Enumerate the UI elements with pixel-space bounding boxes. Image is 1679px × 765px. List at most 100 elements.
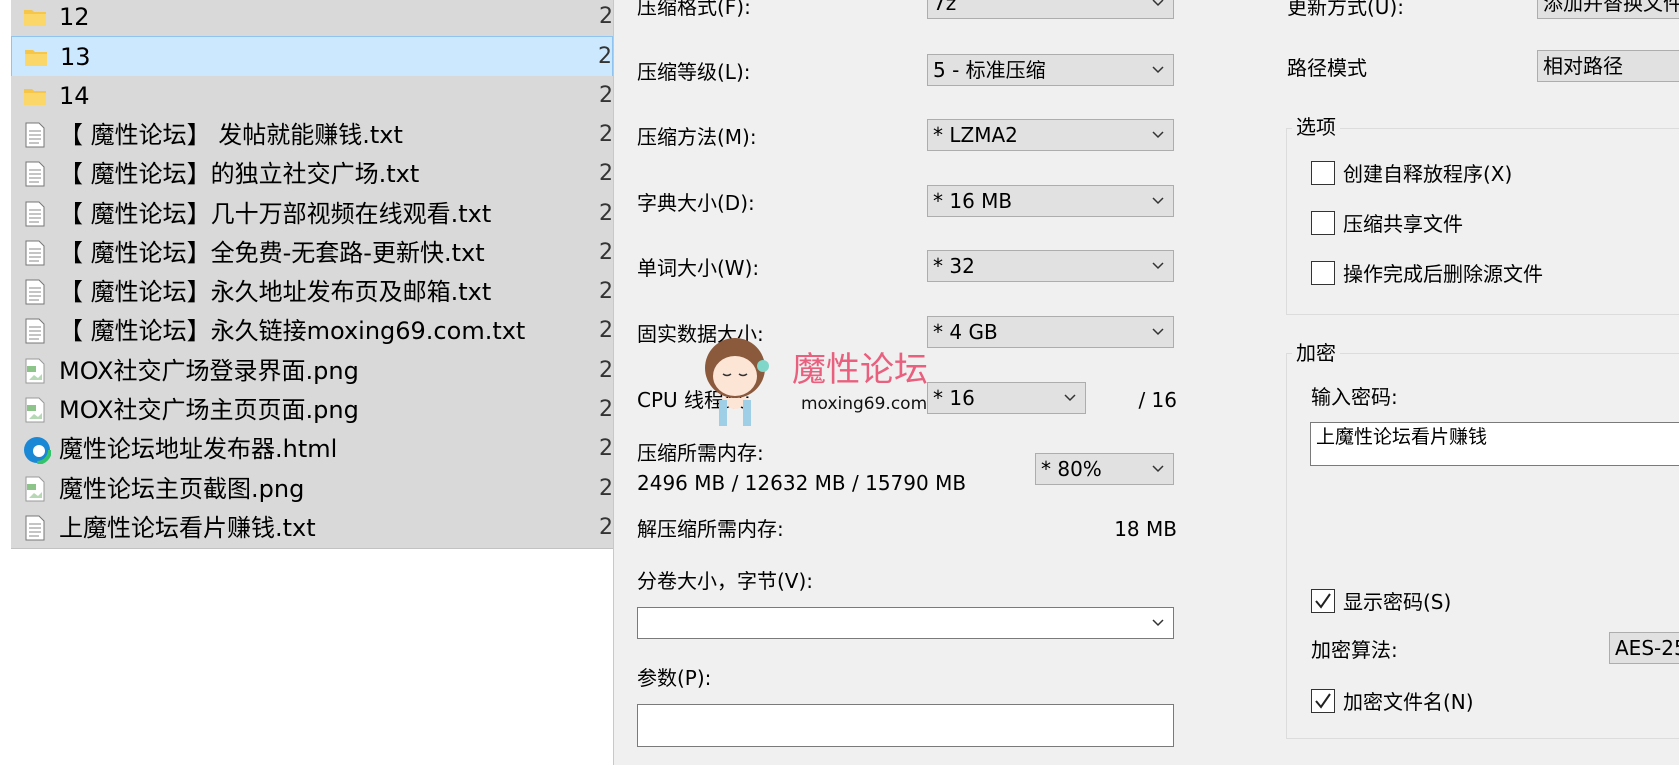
options-group-title: 选项 [1292, 114, 1340, 140]
file-name: 【 魔性论坛】几十万部视频在线观看.txt [59, 199, 492, 228]
file-name: 【 魔性论坛】全免费-无套路-更新快.txt [59, 238, 485, 267]
file-name: 14 [59, 81, 90, 110]
file-date-column: 2 [599, 161, 613, 187]
mem-percent-value: * 80% [1041, 457, 1102, 481]
watermark-title: 魔性论坛 [792, 350, 928, 390]
folder-icon [23, 83, 47, 109]
sfx-checkbox[interactable] [1311, 161, 1335, 185]
edge-browser-icon [22, 435, 52, 466]
file-name: 13 [60, 43, 91, 72]
file-row[interactable]: 【 魔性论坛】几十万部视频在线观看.txt 2 [11, 193, 613, 235]
folder-icon [24, 44, 48, 70]
path-mode-select[interactable]: 相对路径 [1537, 50, 1679, 82]
file-row[interactable]: 魔性论坛地址发布器.html 2 [11, 429, 613, 471]
word-select[interactable]: * 32 [927, 250, 1174, 282]
show-password-checkbox[interactable] [1311, 589, 1335, 613]
chevron-down-icon [1152, 131, 1164, 139]
encrypt-names-checkbox[interactable] [1311, 689, 1335, 713]
checkmark-icon [1315, 693, 1331, 709]
format-select[interactable]: 7z [927, 0, 1174, 19]
file-name: 12 [59, 3, 90, 31]
file-name: 【 魔性论坛】永久地址发布页及邮箱.txt [59, 278, 492, 307]
dict-select-value: * 16 MB [933, 189, 1013, 213]
mem-percent-select[interactable]: * 80% [1035, 453, 1174, 485]
file-date-column: 2 [599, 318, 613, 344]
file-row[interactable]: 13 2 [11, 36, 613, 78]
file-row[interactable]: MOX社交广场登录界面.png 2 [11, 350, 613, 392]
file-row[interactable]: 上魔性论坛看片赚钱.txt 2 [11, 507, 613, 549]
dict-select[interactable]: * 16 MB [927, 185, 1174, 217]
password-input[interactable]: 上魔性论坛看片赚钱 [1310, 422, 1679, 466]
chevron-down-icon [1152, 0, 1164, 7]
show-password-label: 显示密码(S) [1343, 590, 1452, 614]
image-file-icon [23, 476, 47, 502]
file-date-column: 2 [599, 397, 613, 422]
file-date-column: 2 [598, 44, 612, 70]
dict-label: 字典大小(D): [637, 191, 755, 215]
chevron-down-icon [1152, 66, 1164, 74]
file-row[interactable]: 【 魔性论坛】 发帖就能赚钱.txt 2 [11, 114, 613, 156]
file-name: 【 魔性论坛】永久链接moxing69.com.txt [59, 317, 526, 346]
file-date-column: 2 [599, 200, 613, 226]
file-row[interactable]: MOX社交广场主页页面.png 2 [11, 390, 613, 431]
mem-value: 2496 MB / 12632 MB / 15790 MB [637, 471, 967, 495]
method-select[interactable]: * LZMA2 [927, 119, 1174, 151]
volume-size-input[interactable] [637, 607, 1174, 639]
file-date-column: 2 [599, 436, 613, 462]
text-file-icon [23, 279, 47, 305]
level-select[interactable]: 5 - 标准压缩 [927, 54, 1174, 86]
file-row[interactable]: 【 魔性论坛】永久链接moxing69.com.txt 2 [11, 311, 613, 353]
text-file-icon [23, 201, 47, 227]
file-date-column: 2 [599, 82, 613, 108]
update-label: 更新方式(U): [1287, 0, 1404, 19]
chevron-down-icon [1152, 465, 1164, 473]
watermark: 魔性论坛 moxing69.com [693, 328, 983, 428]
params-label: 参数(P): [637, 666, 712, 690]
file-row[interactable]: 【 魔性论坛】的独立社交广场.txt 2 [11, 154, 613, 196]
mem-label: 压缩所需内存: [637, 441, 764, 465]
file-row[interactable]: 14 2 [11, 75, 613, 117]
method-select-value: * LZMA2 [933, 123, 1018, 147]
decomp-value: 18 MB [1114, 517, 1177, 541]
file-row[interactable]: 【 魔性论坛】永久地址发布页及邮箱.txt 2 [11, 272, 613, 314]
format-select-value: 7z [933, 0, 957, 15]
volume-label: 分卷大小，字节(V): [637, 569, 814, 593]
chevron-down-icon [1064, 394, 1076, 402]
file-date-column: 2 [599, 514, 613, 540]
path-mode-label: 路径模式 [1287, 56, 1367, 80]
file-row[interactable]: 【 魔性论坛】全免费-无套路-更新快.txt 2 [11, 232, 613, 274]
text-file-icon [23, 515, 47, 541]
update-mode-select[interactable]: 添加并替换文件 [1537, 0, 1679, 19]
encrypt-names-label: 加密文件名(N) [1343, 690, 1474, 714]
password-label: 输入密码: [1311, 385, 1398, 409]
text-file-icon [23, 318, 47, 344]
delete-after-checkbox[interactable] [1311, 261, 1335, 285]
file-name: 【 魔性论坛】的独立社交广场.txt [59, 160, 420, 189]
decomp-label: 解压缩所需内存: [637, 517, 784, 541]
file-row[interactable]: 12 2 [11, 0, 613, 38]
enc-method-select[interactable]: AES-256 [1609, 632, 1679, 664]
checkmark-icon [1315, 593, 1331, 609]
image-file-icon [23, 397, 47, 423]
cpu-total: / 16 [1138, 388, 1177, 412]
folder-icon [23, 4, 47, 30]
mascot-girl-icon [705, 338, 769, 426]
level-select-value: 5 - 标准压缩 [933, 58, 1046, 82]
word-label: 单词大小(W): [637, 256, 760, 280]
shared-files-checkbox[interactable] [1311, 211, 1335, 235]
enc-method-label: 加密算法: [1311, 638, 1398, 662]
file-name: 魔性论坛地址发布器.html [59, 435, 338, 464]
file-row[interactable]: 魔性论坛主页截图.png 2 [11, 468, 613, 510]
chevron-down-icon [1152, 262, 1164, 270]
text-file-icon [23, 240, 47, 266]
params-input[interactable] [637, 704, 1174, 747]
path-mode-value: 相对路径 [1543, 54, 1623, 78]
image-file-icon [23, 358, 47, 384]
file-list-pane: 12 2 13 2 14 2 【 魔性论坛】 发帖就能赚钱.txt 2 【 魔性论坛】的独立社交… [0, 0, 613, 765]
file-date-column: 2 [599, 475, 613, 501]
file-name: 上魔性论坛看片赚钱.txt [59, 513, 316, 542]
shared-files-checkbox-label: 压缩共享文件 [1343, 212, 1463, 236]
file-name: MOX社交广场登录界面.png [59, 356, 359, 385]
text-file-icon [23, 161, 47, 187]
encryption-group [1286, 353, 1679, 739]
